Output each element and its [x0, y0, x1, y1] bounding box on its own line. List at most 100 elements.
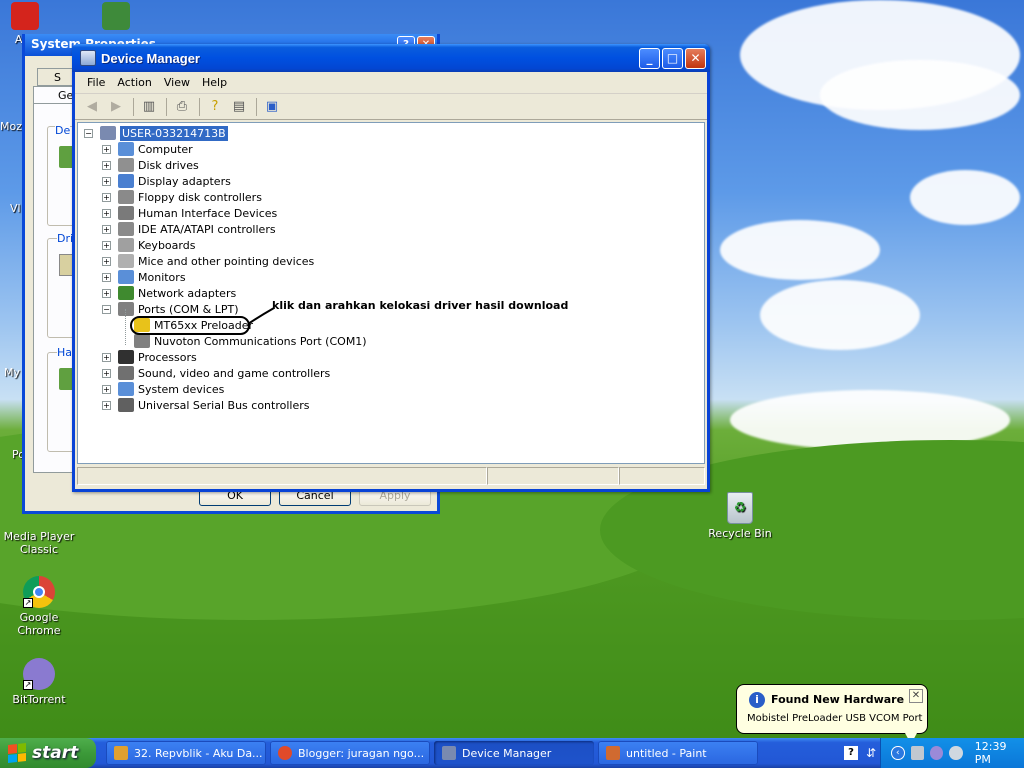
tab-general[interactable]: Ge [33, 86, 77, 104]
category-icon [118, 270, 134, 284]
help-tray-icon[interactable]: ? [844, 746, 858, 760]
winamp-icon [114, 746, 128, 760]
tree-item-label: Nuvoton Communications Port (COM1) [154, 334, 367, 348]
recycle-bin-graphic: ♻ [727, 492, 753, 524]
print-icon[interactable]: ⎙ [171, 97, 193, 117]
properties-icon[interactable]: ▤ [228, 97, 250, 117]
tree-category-item[interactable]: + Monitors [102, 269, 186, 285]
menu-view[interactable]: View [158, 76, 196, 89]
menu-action[interactable]: Action [111, 76, 157, 89]
task-winamp[interactable]: 32. Repvblik - Aku Da... [106, 741, 266, 765]
system-tray: ‹ 12:39 PM [880, 738, 1024, 768]
expand-icon[interactable]: + [102, 400, 111, 410]
tree-category-item[interactable]: + Human Interface Devices [102, 205, 277, 221]
device-tree[interactable]: − USER-033214713B + Computer + Disk drives +… [77, 122, 705, 464]
tree-category-item[interactable]: + Computer [102, 141, 193, 157]
tree-category-item[interactable]: + Mice and other pointing devices [102, 253, 314, 269]
paint-icon [606, 746, 620, 760]
task-paint[interactable]: untitled - Paint [598, 741, 758, 765]
bittorrent-desktop-icon[interactable]: ↗ BitTorrent [1, 658, 77, 706]
tree-item-label: Floppy disk controllers [138, 190, 262, 204]
bittorrent-tray-icon[interactable] [929, 746, 944, 760]
tree-item-label: Sound, video and game controllers [138, 366, 331, 380]
category-icon [118, 142, 134, 156]
tree-category-item[interactable]: + Sound, video and game controllers [102, 365, 330, 381]
tree-category-item[interactable]: + Processors [102, 349, 197, 365]
network-tray-icon[interactable]: ⇵ [866, 746, 876, 760]
expand-icon[interactable]: + [102, 288, 111, 298]
device-manager-titlebar[interactable]: Device Manager _ □ ✕ [72, 44, 710, 72]
device-manager-group-label: De [55, 124, 71, 137]
back-arrow-icon[interactable]: ◀ [81, 97, 103, 117]
tree-category-item[interactable]: + IDE ATA/ATAPI controllers [102, 221, 276, 237]
expand-icon[interactable]: + [102, 144, 111, 154]
safely-remove-hardware-icon[interactable] [910, 746, 924, 760]
collapse-icon[interactable]: − [102, 304, 111, 314]
expand-icon[interactable]: + [102, 192, 111, 202]
category-icon [118, 302, 134, 316]
tree-root[interactable]: − USER-033214713B [84, 125, 228, 141]
tree-item-label: Display adapters [138, 174, 231, 188]
clock[interactable]: 12:39 PM [975, 740, 1024, 766]
tree-category-item[interactable]: + Keyboards [102, 237, 195, 253]
toolbar-separator [166, 97, 167, 116]
start-button[interactable]: start [0, 738, 96, 768]
tree-item-label: Computer [138, 142, 193, 156]
expand-icon[interactable]: + [102, 176, 111, 186]
device-manager-window[interactable]: Device Manager _ □ ✕ File Action View He… [72, 44, 710, 492]
expand-icon[interactable]: + [102, 160, 111, 170]
task-blogger[interactable]: Blogger: juragan ngo... [270, 741, 430, 765]
chrome-icon [278, 746, 292, 760]
minimize-button[interactable]: _ [639, 47, 660, 69]
balloon-title: Found New Hardware [771, 693, 905, 706]
media-player-classic-icon[interactable]: Media Player Classic [1, 514, 77, 556]
expand-icon[interactable]: + [102, 384, 111, 394]
show-hide-console-tree-icon[interactable]: ▥ [138, 97, 160, 117]
task-device-manager[interactable]: Device Manager [434, 741, 594, 765]
expand-icon[interactable]: + [102, 208, 111, 218]
expand-icon[interactable]: + [102, 256, 111, 266]
annotation-highlight-oval [130, 316, 250, 335]
excel-desktop-icon[interactable] [92, 2, 140, 33]
category-icon [118, 286, 134, 300]
google-chrome-desktop-icon[interactable]: ↗ Google Chrome [1, 576, 77, 637]
help-icon[interactable]: ? [204, 97, 226, 117]
tree-category-item[interactable]: + System devices [102, 381, 224, 397]
tab-s[interactable]: S [37, 68, 77, 86]
balloon-close-button[interactable]: ✕ [909, 689, 923, 703]
expand-icon[interactable]: + [102, 272, 111, 282]
tree-item-label: System devices [138, 382, 225, 396]
computer-icon [100, 126, 116, 140]
maximize-button[interactable]: □ [662, 47, 683, 69]
show-hidden-icons-chevron-icon[interactable]: ‹ [891, 746, 905, 760]
tree-child-item[interactable]: Nuvoton Communications Port (COM1) [134, 333, 367, 349]
tree-category-item[interactable]: + Universal Serial Bus controllers [102, 397, 309, 413]
menu-help[interactable]: Help [196, 76, 233, 89]
tree-item-label: Ports (COM & LPT) [138, 302, 239, 316]
tree-category-item[interactable]: + Network adapters [102, 285, 236, 301]
tree-category-item[interactable]: + Display adapters [102, 173, 231, 189]
category-icon [118, 254, 134, 268]
expand-icon[interactable]: + [102, 240, 111, 250]
menu-file[interactable]: File [81, 76, 111, 89]
bittorrent-icon: ↗ [23, 658, 55, 690]
tree-item-label: IDE ATA/ATAPI controllers [138, 222, 276, 236]
tree-category-item[interactable]: − Ports (COM & LPT) [102, 301, 239, 317]
pdf-icon [11, 2, 39, 30]
tree-item-label: Network adapters [138, 286, 237, 300]
recycle-bin-icon[interactable]: ♻ Recycle Bin [702, 492, 778, 540]
speaker-tray-icon[interactable] [949, 746, 963, 760]
toolbar-separator [256, 97, 257, 116]
close-button[interactable]: ✕ [685, 47, 706, 69]
found-new-hardware-balloon[interactable]: i Found New Hardware ✕ Mobistel PreLoade… [736, 684, 928, 744]
collapse-icon[interactable]: − [84, 128, 93, 138]
forward-arrow-icon[interactable]: ▶ [105, 97, 127, 117]
category-icon [118, 398, 134, 412]
expand-icon[interactable]: + [102, 352, 111, 362]
device-manager-app-icon [80, 50, 96, 66]
expand-icon[interactable]: + [102, 368, 111, 378]
tree-category-item[interactable]: + Floppy disk controllers [102, 189, 262, 205]
scan-hardware-icon[interactable]: ▣ [261, 97, 283, 117]
expand-icon[interactable]: + [102, 224, 111, 234]
tree-category-item[interactable]: + Disk drives [102, 157, 199, 173]
